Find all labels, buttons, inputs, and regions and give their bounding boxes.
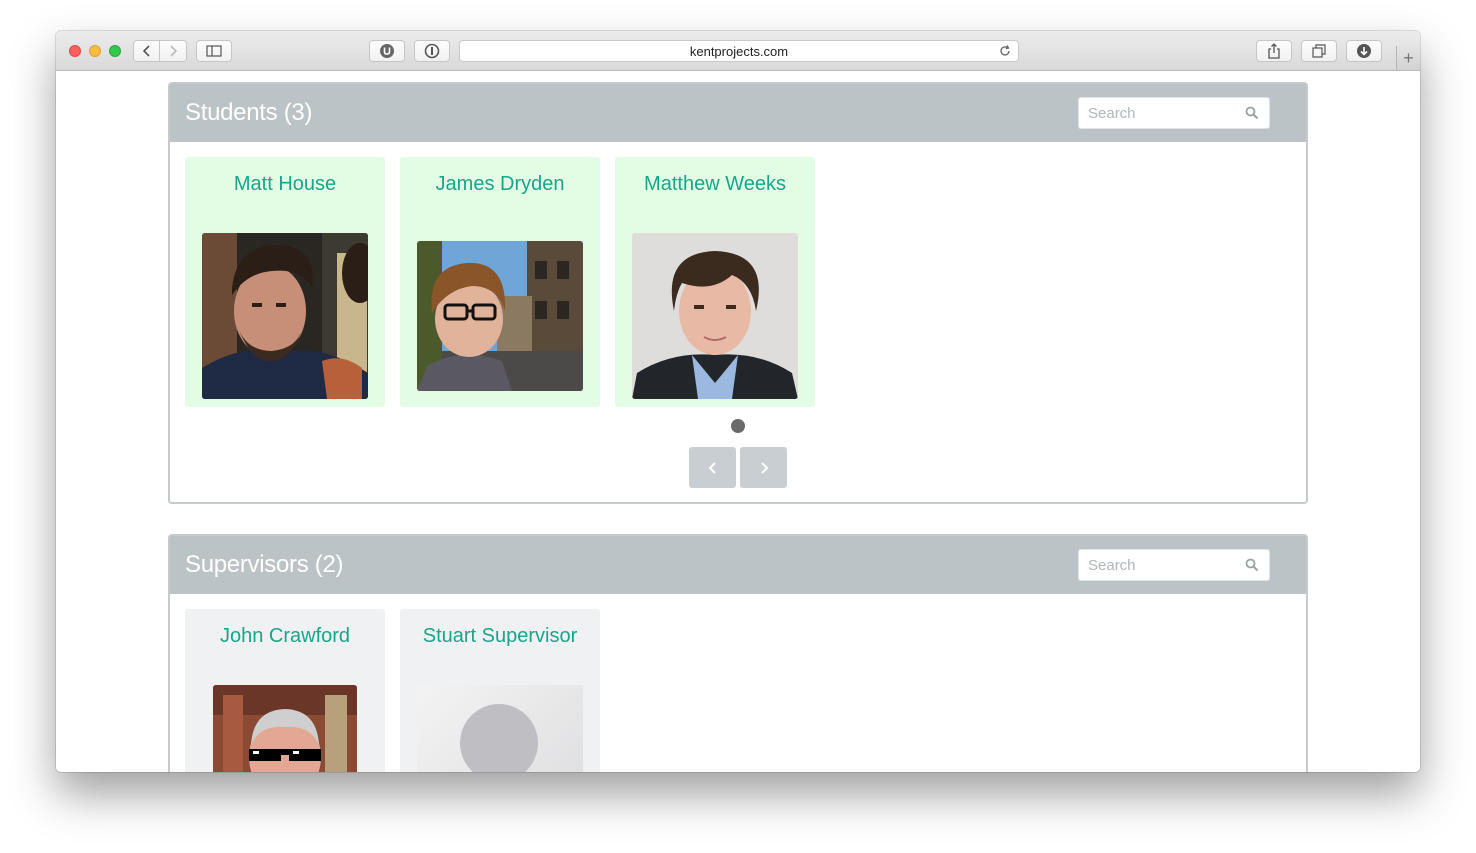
student-card[interactable]: James Dryden — [400, 157, 600, 407]
supervisors-panel-header: Supervisors (2) Search — [170, 536, 1306, 594]
supervisor-name[interactable]: Stuart Supervisor — [400, 625, 600, 648]
tabs-overview-button[interactable] — [1301, 40, 1337, 62]
reload-icon[interactable] — [998, 44, 1012, 58]
supervisors-panel: Supervisors (2) Search John Crawford Stu… — [168, 534, 1308, 772]
student-avatar — [632, 233, 798, 399]
student-name[interactable]: Matthew Weeks — [615, 173, 815, 196]
share-button[interactable] — [1256, 40, 1292, 62]
supervisors-search-input[interactable]: Search — [1078, 549, 1270, 581]
student-name[interactable]: Matt House — [185, 173, 385, 196]
sidebar-icon — [206, 45, 222, 57]
ublock-button[interactable] — [369, 40, 405, 62]
history-nav — [133, 40, 187, 62]
chevron-left-icon — [708, 461, 716, 474]
students-panel: Students (3) Search Matt House James Dry… — [168, 82, 1308, 504]
carousel-page-dot[interactable] — [731, 419, 745, 433]
students-search-input[interactable]: Search — [1078, 97, 1270, 129]
browser-toolbar: kentprojects.com + — [56, 31, 1420, 71]
supervisor-card[interactable]: John Crawford — [185, 609, 385, 772]
chevron-left-icon — [142, 45, 150, 57]
ublock-icon — [380, 44, 394, 58]
download-icon — [1357, 44, 1371, 58]
forward-button[interactable] — [160, 40, 187, 62]
zoom-window-button[interactable] — [109, 45, 121, 57]
tabs-icon — [1312, 44, 1326, 58]
student-card[interactable]: Matthew Weeks — [615, 157, 815, 407]
students-title: Students (3) — [185, 99, 313, 126]
supervisor-card[interactable]: Stuart Supervisor — [400, 609, 600, 772]
browser-window: kentprojects.com + Students (3) Search M… — [56, 31, 1420, 772]
student-card[interactable]: Matt House — [185, 157, 385, 407]
search-icon — [1245, 106, 1259, 120]
supervisors-title: Supervisors (2) — [185, 551, 344, 578]
share-icon — [1268, 43, 1280, 59]
page-content: Students (3) Search Matt House James Dry… — [56, 71, 1420, 772]
back-button[interactable] — [133, 40, 160, 62]
next-page-button[interactable] — [740, 447, 787, 488]
url-text: kentprojects.com — [689, 43, 789, 59]
students-search-placeholder: Search — [1088, 104, 1136, 122]
previous-page-button[interactable] — [689, 447, 736, 488]
student-name[interactable]: James Dryden — [400, 173, 600, 196]
supervisor-name[interactable]: John Crawford — [185, 625, 385, 648]
onepassword-icon — [424, 43, 440, 59]
sidebar-button[interactable] — [196, 40, 232, 62]
search-icon — [1245, 558, 1259, 572]
plus-icon: + — [1403, 47, 1414, 68]
chevron-right-icon — [170, 45, 178, 57]
close-window-button[interactable] — [69, 45, 81, 57]
students-panel-header: Students (3) Search — [170, 84, 1306, 142]
downloads-button[interactable] — [1346, 40, 1382, 62]
student-avatar — [417, 241, 583, 391]
student-avatar — [202, 233, 368, 399]
default-avatar — [417, 685, 583, 772]
supervisors-search-placeholder: Search — [1088, 556, 1136, 574]
onepassword-button[interactable] — [414, 40, 450, 62]
new-tab-button[interactable]: + — [1396, 46, 1420, 70]
address-bar[interactable]: kentprojects.com — [459, 40, 1019, 62]
chevron-right-icon — [760, 461, 768, 474]
supervisor-avatar — [213, 685, 357, 772]
minimize-window-button[interactable] — [89, 45, 101, 57]
